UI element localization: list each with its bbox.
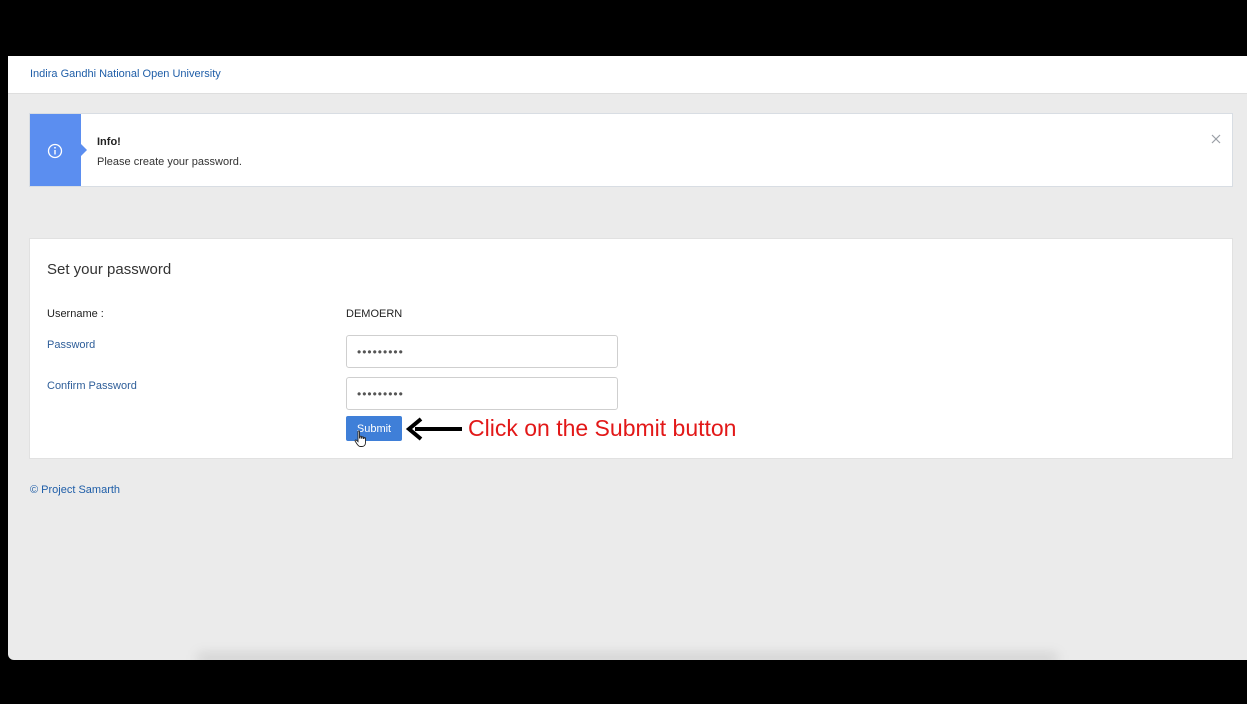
alert-accent-bar (30, 114, 81, 186)
hand-cursor-icon (354, 430, 366, 447)
card-title: Set your password (47, 261, 172, 278)
close-icon[interactable] (1209, 132, 1223, 146)
set-password-card: Set your password Username : DEMOERN Pas… (29, 238, 1233, 459)
confirm-password-field[interactable] (346, 377, 618, 410)
alert-title: Info! (97, 136, 121, 148)
tutorial-annotation: Click on the Submit button (468, 415, 737, 441)
password-label: Password (47, 339, 96, 351)
browser-viewport: Indira Gandhi National Open University I… (8, 56, 1247, 660)
password-field[interactable] (346, 335, 618, 368)
alert-notch (81, 144, 87, 156)
top-navbar: Indira Gandhi National Open University (8, 56, 1247, 94)
username-label: Username : (47, 308, 104, 320)
bottom-shadow (198, 654, 1057, 660)
brand-link[interactable]: Indira Gandhi National Open University (30, 68, 221, 80)
arrow-left-icon (405, 417, 462, 441)
info-icon (47, 143, 63, 159)
confirm-password-label: Confirm Password (47, 380, 137, 392)
username-value: DEMOERN (346, 308, 403, 320)
alert-message: Please create your password. (97, 156, 242, 168)
footer-link[interactable]: © Project Samarth (30, 484, 120, 496)
info-alert: Info! Please create your password. (29, 113, 1233, 187)
